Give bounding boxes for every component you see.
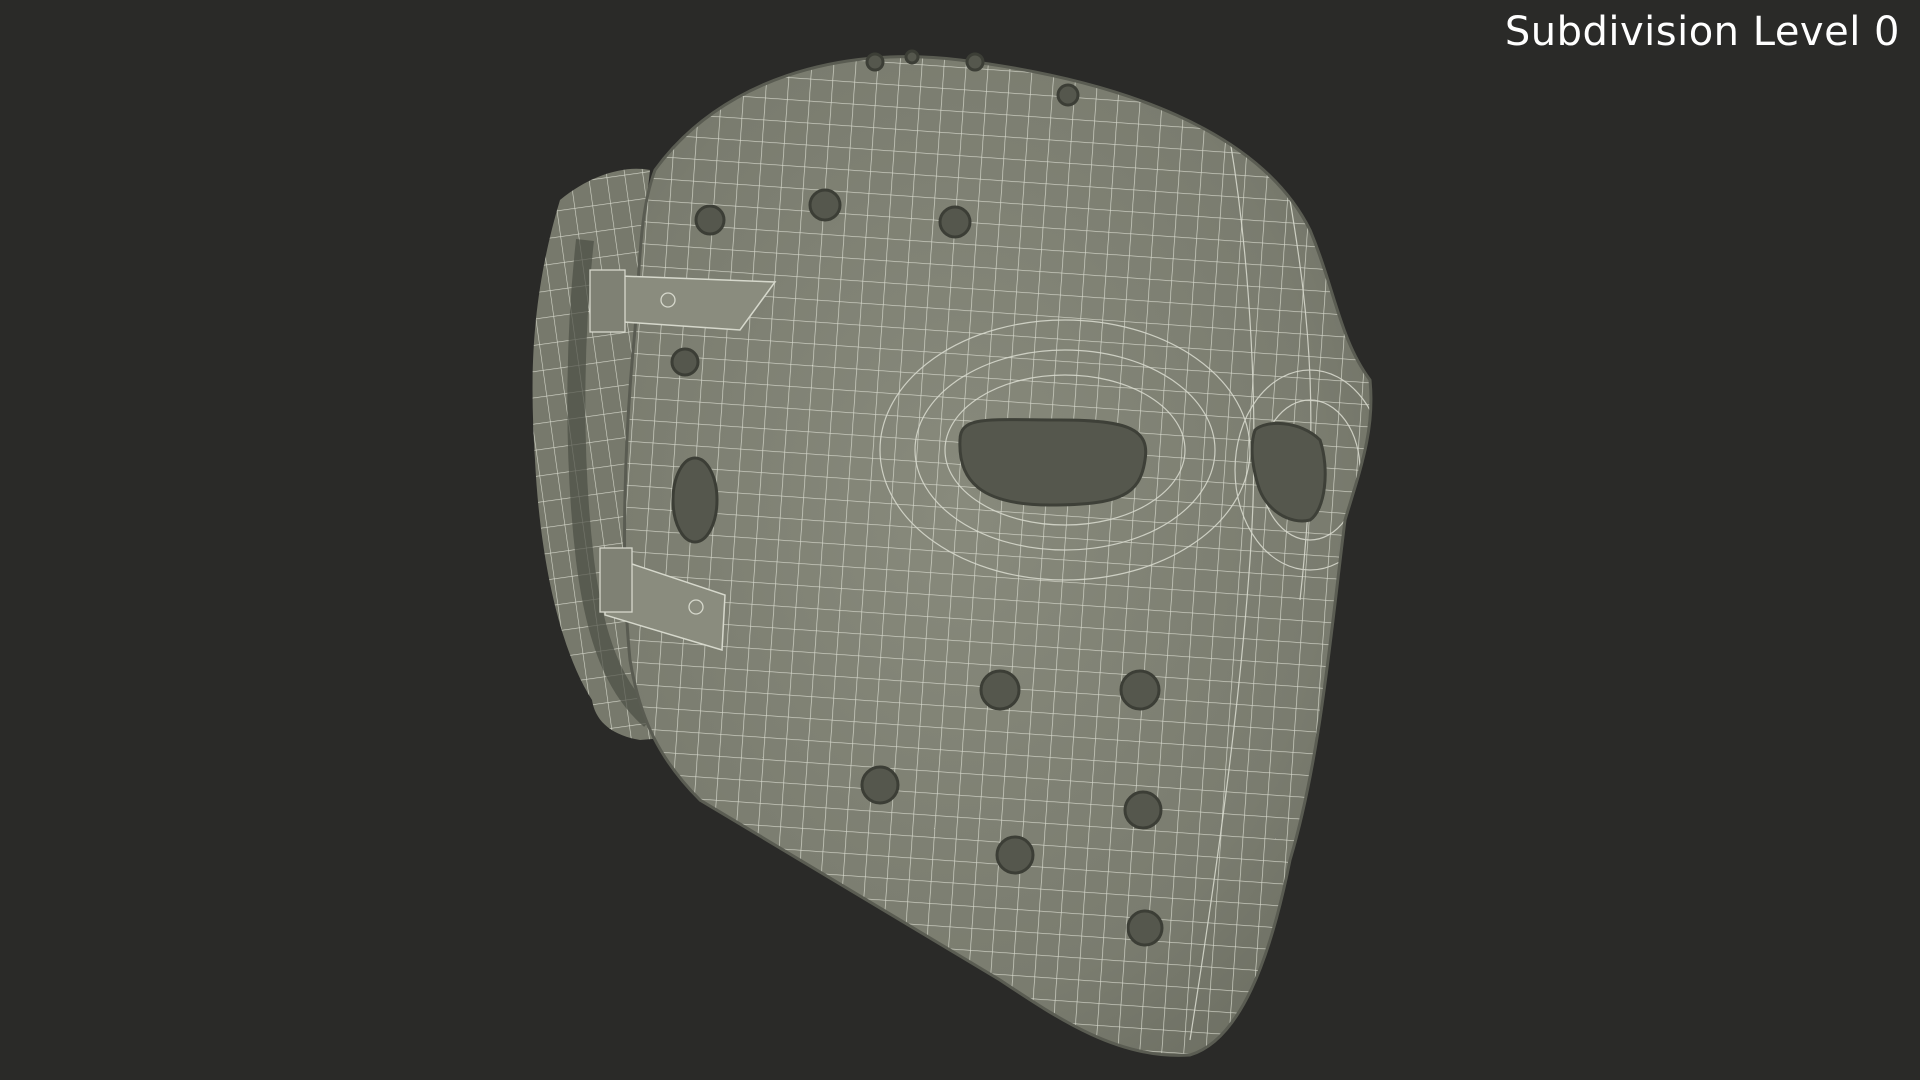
subdivision-level-label: Subdivision Level 0	[1504, 9, 1900, 55]
mask-wireframe-render	[532, 49, 1373, 1057]
mask-face	[623, 55, 1373, 1057]
render-viewport: Subdivision Level 0	[0, 0, 1920, 1080]
